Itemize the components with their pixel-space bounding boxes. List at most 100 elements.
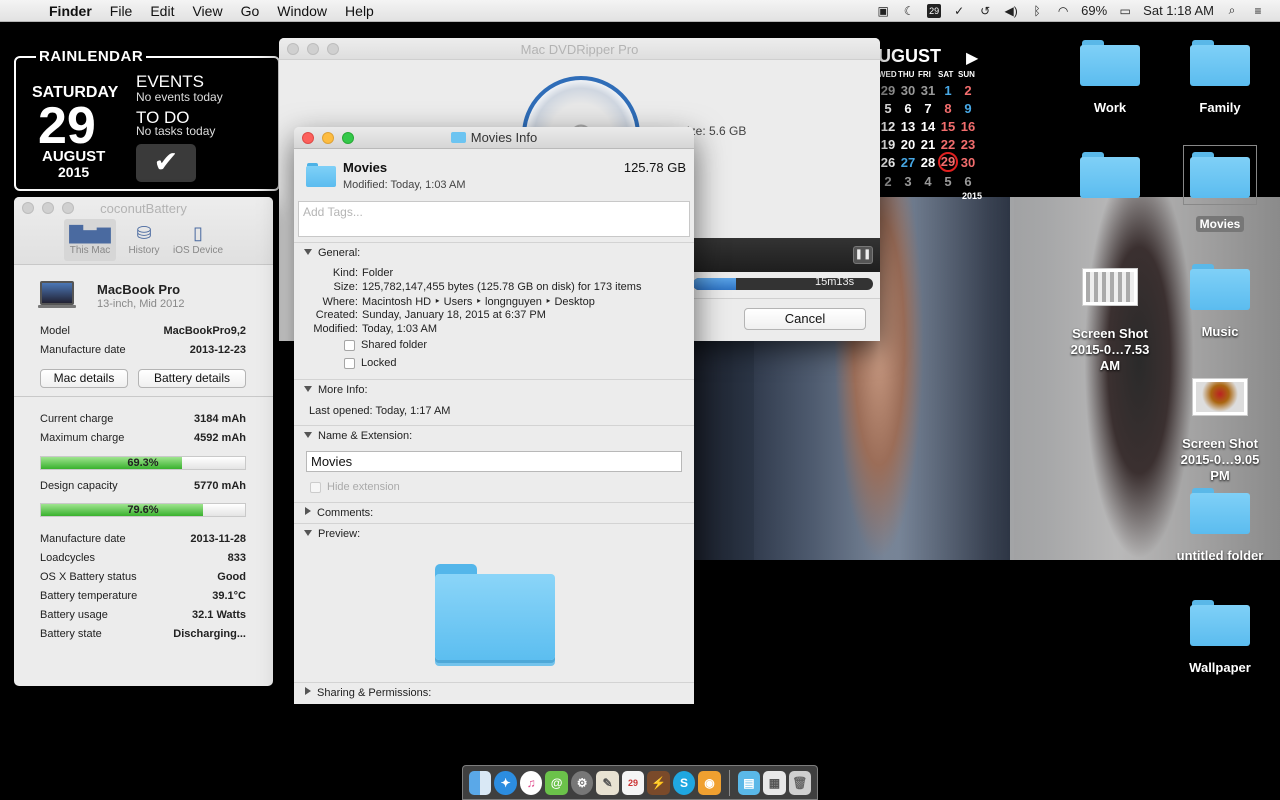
check-circle-icon[interactable]: ✓ xyxy=(951,4,967,18)
calendar-day[interactable]: 30 xyxy=(898,82,918,99)
tab-ios-device[interactable]: ▯ iOS Device xyxy=(172,219,224,261)
calendar-day[interactable]: 7 xyxy=(918,100,938,117)
dvdripper-icon[interactable]: ◉ xyxy=(698,770,721,795)
name-field[interactable]: Movies xyxy=(306,451,682,472)
desktop-screenshot-2[interactable]: Screen Shot 2015-0…9.05 PM xyxy=(1170,378,1270,484)
launcher-icon[interactable]: ⚡ xyxy=(647,770,670,795)
calendar-day[interactable]: 16 xyxy=(958,118,978,135)
textedit-icon[interactable]: ✎ xyxy=(596,770,619,795)
calendar-day[interactable]: 2 xyxy=(958,82,978,99)
bluetooth-icon[interactable]: ᛒ xyxy=(1029,4,1045,18)
calendar-day[interactable]: 3 xyxy=(898,173,918,190)
cancel-button[interactable]: Cancel xyxy=(744,308,866,330)
battery-icon[interactable]: ▭ xyxy=(1117,4,1133,18)
checkbox-box[interactable] xyxy=(310,481,321,493)
section-comments-toggle[interactable]: Comments: xyxy=(304,507,373,519)
desktop-folder-work[interactable]: Work xyxy=(1060,40,1160,116)
section-name-extension-toggle[interactable]: Name & Extension: xyxy=(304,430,412,442)
calendar-day[interactable]: 20 xyxy=(898,136,918,153)
calendar-day[interactable]: 27 xyxy=(898,154,918,171)
applications-folder-icon[interactable]: ▤ xyxy=(737,770,761,795)
checkmark-icon[interactable]: ✔ xyxy=(136,144,196,182)
menu-go[interactable]: Go xyxy=(232,3,269,19)
calendar-day[interactable]: 5 xyxy=(878,100,898,117)
trash-icon[interactable]: 🗑 xyxy=(788,770,812,795)
tab-history[interactable]: ⛁ History xyxy=(118,219,170,261)
calendar-day[interactable]: 29 xyxy=(878,82,898,99)
calendar-day[interactable]: 9 xyxy=(958,100,978,117)
menu-edit[interactable]: Edit xyxy=(141,3,183,19)
calendar-icon[interactable]: 29 xyxy=(927,3,942,18)
calendar-day[interactable]: 22 xyxy=(938,136,958,153)
spotlight-search-icon[interactable]: ⌕ xyxy=(1224,3,1240,18)
time-machine-icon[interactable]: ↺ xyxy=(977,4,993,18)
calendar-day[interactable]: 15 xyxy=(938,118,958,135)
hide-extension-checkbox[interactable]: Hide extension xyxy=(310,481,400,493)
calendar-day[interactable]: 30 xyxy=(958,154,978,171)
checkbox-box[interactable] xyxy=(344,357,355,369)
desktop-folder-unnamed[interactable] xyxy=(1060,152,1160,198)
window-titlebar[interactable]: Mac DVDRipper Pro xyxy=(279,38,880,60)
itunes-icon[interactable]: ♫ xyxy=(519,770,543,795)
downloads-stack-icon[interactable]: ▦ xyxy=(763,770,786,795)
calendar-day[interactable]: 23 xyxy=(958,136,978,153)
safari-icon[interactable]: ✦ xyxy=(494,770,517,795)
desktop-folder-movies[interactable]: Movies xyxy=(1170,145,1270,232)
section-sharing-permissions-toggle[interactable]: Sharing & Permissions: xyxy=(304,687,431,699)
calendar-day[interactable]: 19 xyxy=(878,136,898,153)
screen-icon[interactable]: ▣ xyxy=(875,4,891,18)
window-titlebar[interactable]: Movies Info xyxy=(294,127,694,149)
menu-help[interactable]: Help xyxy=(336,3,383,19)
row-value: 3184 mAh xyxy=(194,413,246,425)
calendar-day[interactable]: 2 xyxy=(878,173,898,190)
calendar-day[interactable]: 26 xyxy=(878,154,898,171)
menu-file[interactable]: File xyxy=(101,3,142,19)
clock[interactable]: Sat 1:18 AM xyxy=(1143,3,1214,18)
calendar-day[interactable]: 6 xyxy=(958,173,978,190)
moon-icon[interactable]: ☾ xyxy=(901,4,917,18)
menu-view[interactable]: View xyxy=(183,3,231,19)
calendar-day[interactable]: 14 xyxy=(918,118,938,135)
calendar-day[interactable]: 21 xyxy=(918,136,938,153)
locked-checkbox[interactable]: Locked xyxy=(344,357,396,369)
notification-center-icon[interactable]: ≡ xyxy=(1250,4,1266,18)
calendar-day[interactable]: 8 xyxy=(938,100,958,117)
section-preview-toggle[interactable]: Preview: xyxy=(304,528,360,540)
battery-percent[interactable]: 69% xyxy=(1081,3,1107,18)
calendar-day[interactable]: 31 xyxy=(918,82,938,99)
shared-folder-checkbox[interactable]: Shared folder xyxy=(344,339,427,351)
volume-icon[interactable]: ◀) xyxy=(1003,4,1019,18)
next-month-arrow-icon[interactable]: ▶ xyxy=(966,48,978,68)
folder-icon[interactable] xyxy=(306,163,336,187)
pause-button[interactable]: ❚❚ xyxy=(853,246,873,264)
tags-input[interactable]: Add Tags... xyxy=(298,201,690,237)
calendar-day[interactable]: 1 xyxy=(938,82,958,99)
desktop-folder-family[interactable]: Family xyxy=(1170,40,1270,116)
menu-finder[interactable]: Finder xyxy=(40,3,101,19)
menu-window[interactable]: Window xyxy=(268,3,336,19)
mac-details-button[interactable]: Mac details xyxy=(40,369,128,388)
wifi-icon[interactable]: ◠ xyxy=(1055,4,1071,18)
skype-icon[interactable]: S xyxy=(672,770,696,795)
desktop-folder-wallpaper[interactable]: Wallpaper xyxy=(1170,600,1270,676)
calendar-day[interactable]: 12 xyxy=(878,118,898,135)
section-general-toggle[interactable]: General: xyxy=(304,247,360,259)
calendar-day[interactable]: 13 xyxy=(898,118,918,135)
path-breadcrumb[interactable]: Macintosh HD ‣ Users ‣ longnguyen ‣ Desk… xyxy=(362,296,595,308)
section-more-info-toggle[interactable]: More Info: xyxy=(304,384,368,396)
calendar-day[interactable]: 4 xyxy=(918,173,938,190)
calendar-app-icon[interactable]: 29 xyxy=(621,770,645,795)
tab-this-mac[interactable]: ▇▅▆ This Mac xyxy=(64,219,116,261)
checkbox-box[interactable] xyxy=(344,339,355,351)
system-preferences-icon[interactable]: ⚙ xyxy=(570,770,594,795)
calendar-day-today[interactable]: 29 xyxy=(938,152,958,172)
finder-icon[interactable] xyxy=(469,770,492,795)
desktop-screenshot-1[interactable]: Screen Shot 2015-0…7.53 AM xyxy=(1060,268,1160,374)
battery-details-button[interactable]: Battery details xyxy=(138,369,246,388)
app-store-icon[interactable]: @ xyxy=(545,770,568,795)
desktop-folder-untitled[interactable]: untitled folder xyxy=(1170,488,1270,564)
calendar-day[interactable]: 28 xyxy=(918,154,938,171)
desktop-folder-music[interactable]: Music xyxy=(1170,264,1270,340)
calendar-day[interactable]: 5 xyxy=(938,173,958,190)
calendar-day[interactable]: 6 xyxy=(898,100,918,117)
